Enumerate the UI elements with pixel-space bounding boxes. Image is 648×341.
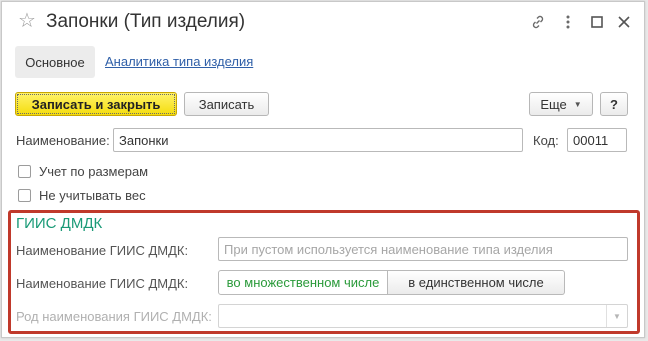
dropdown-arrow-icon[interactable]: ▼ bbox=[606, 305, 627, 327]
weight-checkbox-label[interactable]: Не учитывать вес bbox=[39, 188, 146, 203]
more-vertical-icon[interactable] bbox=[558, 12, 578, 32]
more-button-label: Еще bbox=[540, 96, 567, 112]
giis-name-placeholder: При пустом используется наименование тип… bbox=[224, 241, 553, 257]
tab-product-analytics[interactable]: Аналитика типа изделия bbox=[105, 54, 253, 69]
save-button[interactable]: Записать bbox=[184, 92, 269, 116]
chevron-down-icon: ▼ bbox=[573, 99, 582, 109]
giis-plural-label: Наименование ГИИС ДМДК: bbox=[16, 276, 189, 291]
plural-option[interactable]: во множественном числе bbox=[218, 270, 388, 295]
giis-gender-label: Род наименования ГИИС ДМДК: bbox=[16, 309, 212, 324]
giis-group-title: ГИИС ДМДК bbox=[16, 215, 103, 232]
favorite-star-icon[interactable]: ☆ bbox=[18, 11, 36, 31]
name-input[interactable]: Запонки bbox=[113, 128, 523, 152]
weight-checkbox[interactable] bbox=[18, 189, 31, 202]
giis-name-label: Наименование ГИИС ДМДК: bbox=[16, 243, 189, 258]
tab-main[interactable]: Основное bbox=[15, 46, 95, 78]
sizes-checkbox[interactable] bbox=[18, 165, 31, 178]
giis-gender-select[interactable]: ▼ bbox=[218, 304, 628, 328]
more-button[interactable]: Еще ▼ bbox=[529, 92, 593, 116]
window-title: Запонки (Тип изделия) bbox=[46, 11, 246, 32]
help-button[interactable]: ? bbox=[600, 92, 628, 116]
link-icon[interactable] bbox=[528, 12, 548, 32]
singular-option[interactable]: в единственном числе bbox=[388, 270, 565, 295]
maximize-icon[interactable] bbox=[587, 12, 607, 32]
sizes-checkbox-label[interactable]: Учет по размерам bbox=[39, 164, 148, 179]
close-icon[interactable] bbox=[614, 12, 634, 32]
name-label: Наименование: bbox=[16, 133, 110, 148]
code-label: Код: bbox=[533, 133, 559, 148]
code-input[interactable]: 00011 bbox=[567, 128, 627, 152]
save-and-close-button[interactable]: Записать и закрыть bbox=[15, 92, 177, 116]
giis-name-input[interactable]: При пустом используется наименование тип… bbox=[218, 237, 628, 261]
form-window: ☆ Запонки (Тип изделия) Основное Аналити… bbox=[1, 1, 645, 338]
giis-number-switch: во множественном числе в единственном чи… bbox=[218, 270, 565, 295]
